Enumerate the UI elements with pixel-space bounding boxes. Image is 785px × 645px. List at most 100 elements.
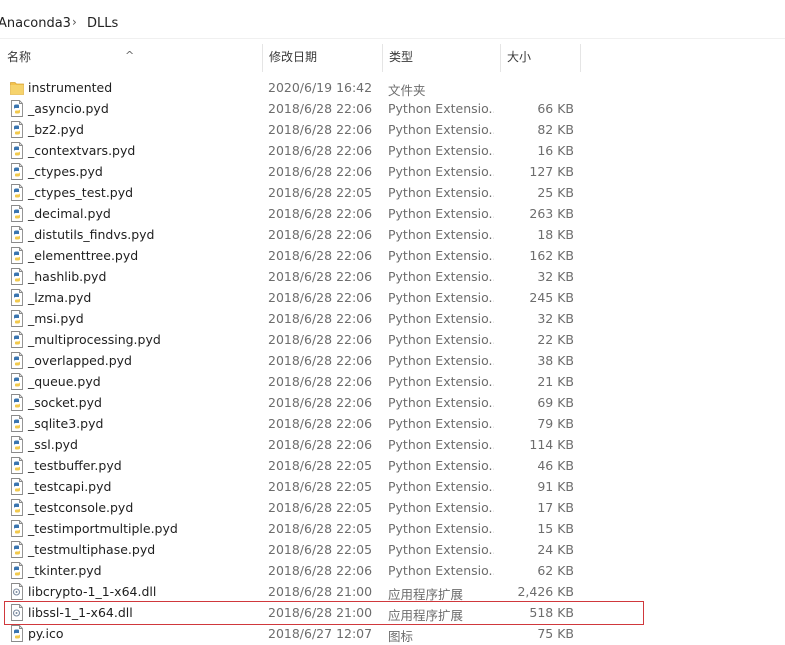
file-type: 应用程序扩展 (388, 608, 464, 623)
file-type: Python Extensio... (388, 185, 494, 200)
breadcrumb-item-dlls[interactable]: DLLs (87, 16, 118, 31)
breadcrumb-item-anaconda3[interactable]: Anaconda3 (0, 16, 71, 31)
file-name: _sqlite3.pyd (28, 416, 104, 431)
file-row[interactable]: _testbuffer.pyd 2018/6/28 22:05 Python Ext… (0, 455, 785, 476)
column-header-date[interactable]: 修改日期 (262, 40, 382, 72)
dll-file-icon (11, 583, 23, 600)
file-type: Python Extensio... (388, 563, 494, 578)
file-size: 2,426 KB (517, 584, 574, 599)
file-row[interactable]: instrumented 2020/6/19 16:42 文件夹 (0, 77, 785, 98)
python-file-icon (11, 562, 23, 579)
file-row[interactable]: _distutils_findvs.pyd 2018/6/28 22:06 Pyth… (0, 224, 785, 245)
file-name: _ctypes_test.pyd (28, 185, 134, 200)
file-row[interactable]: py.ico 2018/6/27 12:07 图标 75 KB (0, 623, 785, 644)
file-type: Python Extensio... (388, 332, 494, 347)
file-name: _lzma.pyd (28, 290, 92, 305)
file-row[interactable]: _testcapi.pyd 2018/6/28 22:05 Python Exten… (0, 476, 785, 497)
file-type: 应用程序扩展 (388, 587, 464, 602)
file-size: 69 KB (537, 395, 574, 410)
file-row[interactable]: _testimportmultiple.pyd 2018/6/28 22:05 Py… (0, 518, 785, 539)
python-file-icon (11, 310, 23, 327)
column-header-size[interactable]: 大小 (500, 40, 580, 72)
breadcrumb-separator[interactable]: › (72, 15, 77, 29)
file-modified-date: 2018/6/28 22:06 (268, 164, 373, 179)
file-row[interactable]: _lzma.pyd 2018/6/28 22:06 Python Extensio.… (0, 287, 785, 308)
file-row[interactable]: _hashlib.pyd 2018/6/28 22:06 Python Extens… (0, 266, 785, 287)
file-size: 25 KB (537, 185, 574, 200)
file-row[interactable]: _socket.pyd 2018/6/28 22:06 Python Extensi… (0, 392, 785, 413)
file-name: _bz2.pyd (28, 122, 84, 137)
file-type: Python Extensio... (388, 269, 494, 284)
file-row[interactable]: _decimal.pyd 2018/6/28 22:06 Python Extens… (0, 203, 785, 224)
file-modified-date: 2018/6/28 22:06 (268, 143, 373, 158)
file-row[interactable]: _asyncio.pyd 2018/6/28 22:06 Python Extens… (0, 98, 785, 119)
file-row[interactable]: _ctypes_test.pyd 2018/6/28 22:05 Python Ex… (0, 182, 785, 203)
python-file-icon (11, 247, 23, 264)
file-modified-date: 2018/6/28 22:06 (268, 332, 373, 347)
file-modified-date: 2018/6/28 22:06 (268, 395, 373, 410)
column-header-name-label: 名称 (7, 50, 32, 64)
file-type: Python Extensio... (388, 458, 494, 473)
file-name: _tkinter.pyd (28, 563, 102, 578)
file-modified-date: 2018/6/28 22:06 (268, 437, 373, 452)
file-row[interactable]: _multiprocessing.pyd 2018/6/28 22:06 Pytho… (0, 329, 785, 350)
file-row[interactable]: libssl-1_1-x64.dll 2018/6/28 21:00 应用程序扩展 5… (0, 602, 785, 623)
column-divider[interactable] (580, 44, 581, 72)
file-size: 82 KB (537, 122, 574, 137)
python-file-icon (11, 142, 23, 159)
file-row[interactable]: _bz2.pyd 2018/6/28 22:06 Python Extensio..… (0, 119, 785, 140)
file-name: _elementtree.pyd (28, 248, 139, 263)
file-name: instrumented (28, 80, 113, 95)
file-row[interactable]: _ssl.pyd 2018/6/28 22:06 Python Extensio..… (0, 434, 785, 455)
column-header-type-label: 类型 (389, 50, 414, 64)
python-file-icon (11, 163, 23, 180)
file-name: _ctypes.pyd (28, 164, 103, 179)
python-file-icon (11, 205, 23, 222)
file-modified-date: 2018/6/28 22:06 (268, 227, 373, 242)
file-size: 518 KB (529, 605, 574, 620)
python-file-icon (11, 184, 23, 201)
column-header-type[interactable]: 类型 (382, 40, 500, 72)
file-row[interactable]: _testconsole.pyd 2018/6/28 22:05 Python Ex… (0, 497, 785, 518)
file-size: 18 KB (537, 227, 574, 242)
file-type: Python Extensio... (388, 101, 494, 116)
file-type: Python Extensio... (388, 122, 494, 137)
file-row[interactable]: _elementtree.pyd 2018/6/28 22:06 Python Ex… (0, 245, 785, 266)
file-name: libssl-1_1-x64.dll (28, 605, 133, 620)
file-type: Python Extensio... (388, 416, 494, 431)
file-modified-date: 2018/6/28 21:00 (268, 605, 373, 620)
file-size: 24 KB (537, 542, 574, 557)
file-row[interactable]: _ctypes.pyd 2018/6/28 22:06 Python Extensi… (0, 161, 785, 182)
file-row[interactable]: _overlapped.pyd 2018/6/28 22:06 Python Ext… (0, 350, 785, 371)
file-size: 22 KB (537, 332, 574, 347)
file-row[interactable]: _sqlite3.pyd 2018/6/28 22:06 Python Extens… (0, 413, 785, 434)
python-file-icon (11, 541, 23, 558)
file-size: 21 KB (537, 374, 574, 389)
file-size: 263 KB (529, 206, 574, 221)
file-size: 62 KB (537, 563, 574, 578)
file-row[interactable]: _testmultiphase.pyd 2018/6/28 22:05 Python… (0, 539, 785, 560)
python-file-icon (11, 331, 23, 348)
file-type: Python Extensio... (388, 353, 494, 368)
file-row[interactable]: _contextvars.pyd 2018/6/28 22:06 Python Ex… (0, 140, 785, 161)
file-name: _distutils_findvs.pyd (28, 227, 155, 242)
file-row[interactable]: _msi.pyd 2018/6/28 22:06 Python Extensio..… (0, 308, 785, 329)
file-type: Python Extensio... (388, 479, 494, 494)
file-size: 17 KB (537, 500, 574, 515)
python-file-icon (11, 373, 23, 390)
file-name: _ssl.pyd (28, 437, 78, 452)
file-row[interactable]: _tkinter.pyd 2018/6/28 22:06 Python Extens… (0, 560, 785, 581)
file-size: 245 KB (529, 290, 574, 305)
file-type: Python Extensio... (388, 290, 494, 305)
python-file-icon (11, 226, 23, 243)
file-size: 75 KB (537, 626, 574, 641)
python-file-icon (11, 478, 23, 495)
file-name: _testimportmultiple.pyd (28, 521, 178, 536)
file-row[interactable]: libcrypto-1_1-x64.dll 2018/6/28 21:00 应用程序… (0, 581, 785, 602)
file-name: _socket.pyd (28, 395, 102, 410)
column-header-name[interactable]: 名称 ^ (0, 40, 262, 72)
file-name: _testconsole.pyd (28, 500, 134, 515)
file-modified-date: 2018/6/28 22:06 (268, 290, 373, 305)
file-type: Python Extensio... (388, 164, 494, 179)
file-row[interactable]: _queue.pyd 2018/6/28 22:06 Python Extensio… (0, 371, 785, 392)
